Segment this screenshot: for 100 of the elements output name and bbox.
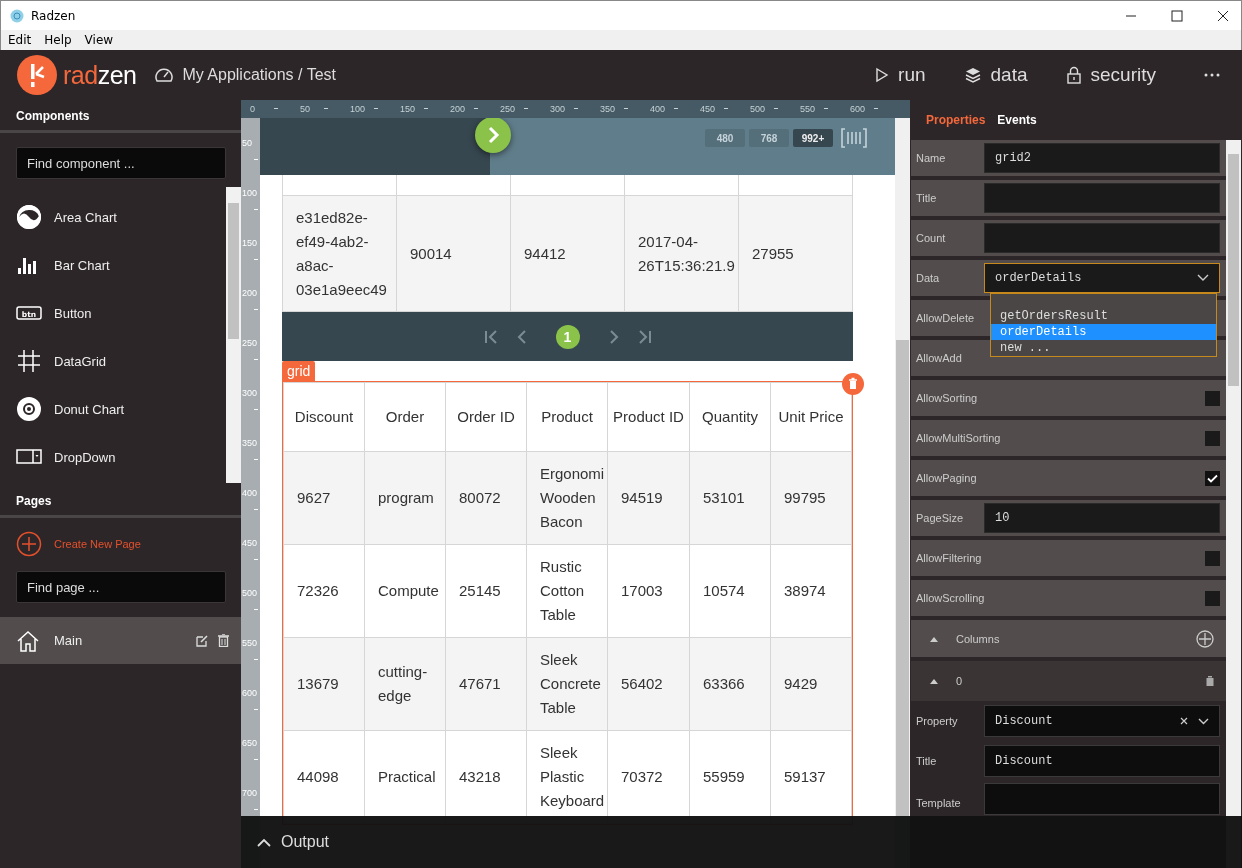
gauge-icon	[154, 66, 175, 84]
breadcrumb[interactable]: My Applications / Test	[182, 66, 336, 84]
table-cell: e31ed82e-ef49-4ab2-a8ac-03e1a9eec49	[282, 195, 397, 312]
column-header[interactable]: Order	[364, 382, 446, 452]
table-cell: Sleek Concrete Table	[526, 637, 608, 731]
input-field[interactable]	[984, 183, 1220, 213]
nav-button[interactable]: data	[963, 64, 1028, 86]
panel-tab[interactable]: Events	[997, 113, 1037, 127]
ruler-label: 150	[241, 237, 259, 250]
input-field[interactable]	[984, 783, 1220, 815]
input-field[interactable]: Discount	[984, 745, 1220, 777]
search-field[interactable]: Find page ...	[16, 571, 226, 603]
output-toggle[interactable]: Output	[241, 833, 330, 851]
property-label: AllowDelete	[915, 312, 976, 324]
lock-icon	[1065, 66, 1082, 84]
ruler-label: 500	[241, 587, 259, 600]
input-field[interactable]: 10	[984, 503, 1220, 533]
delete-icon[interactable]	[842, 373, 864, 395]
ruler-label: 600	[850, 104, 866, 114]
checkbox[interactable]	[1205, 590, 1220, 606]
table-cell: cutting-edge	[364, 637, 446, 731]
input-field[interactable]	[984, 223, 1220, 253]
dropdown[interactable]: orderDetails	[984, 263, 1220, 293]
trash-icon[interactable]	[1206, 676, 1214, 686]
dropdown-option[interactable]: getOrdersResult	[991, 308, 1216, 324]
table-cell: program	[364, 451, 446, 545]
chevron-down-icon[interactable]	[1198, 717, 1209, 725]
property-label: Property	[915, 715, 959, 727]
dropdown[interactable]: Discount	[984, 705, 1220, 737]
next-page-icon[interactable]	[608, 329, 619, 344]
page-item[interactable]: Main	[0, 617, 241, 664]
caret-icon[interactable]	[930, 678, 938, 684]
dropdown-option[interactable]: new ...	[991, 340, 1216, 356]
close-icon[interactable]	[1217, 9, 1229, 22]
add-icon	[16, 531, 42, 557]
page-name: Main	[54, 633, 84, 648]
section-label: Columns	[956, 632, 1001, 645]
component-item[interactable]: DropDown	[0, 433, 226, 481]
first-page-icon[interactable]	[483, 329, 500, 344]
component-tag: grid	[282, 361, 316, 381]
ruler-label: 550	[800, 104, 816, 114]
checkbox[interactable]	[1205, 550, 1220, 566]
column-header[interactable]: Unit Price	[770, 382, 852, 452]
column-header[interactable]: Order ID	[445, 382, 527, 452]
checkbox[interactable]	[1205, 470, 1220, 486]
input-field[interactable]: grid2	[984, 143, 1220, 173]
menu-item[interactable]: Edit	[8, 33, 32, 47]
add-icon[interactable]	[1196, 629, 1214, 648]
viewport-button[interactable]: 992+	[793, 129, 833, 147]
ruler-label: 600	[241, 687, 259, 700]
app-icon	[10, 8, 24, 23]
checkbox[interactable]	[1205, 430, 1220, 446]
menu-item[interactable]: Help	[44, 33, 72, 47]
section-title: Pages	[15, 493, 53, 510]
table-cell: 13679	[283, 637, 365, 731]
component-item[interactable]: Area Chart	[0, 193, 226, 241]
caret-icon[interactable]	[257, 837, 271, 847]
menu-item[interactable]: View	[84, 33, 114, 47]
viewport-button[interactable]: 768	[749, 129, 789, 147]
section-row[interactable]: 0	[911, 661, 1226, 701]
scrollbar[interactable]	[895, 118, 910, 816]
ruler-label: 100	[350, 104, 366, 114]
scrollbar[interactable]	[226, 187, 241, 483]
property-label: Title	[915, 755, 938, 767]
clear-icon[interactable]	[1180, 717, 1188, 725]
column-header[interactable]: Quantity	[689, 382, 771, 452]
ruler-label: 350	[600, 104, 616, 114]
ruler-label: 250	[500, 104, 516, 114]
column-header[interactable]: Product	[526, 382, 608, 452]
table-cell: 72326	[283, 544, 365, 638]
panel-tab[interactable]: Properties	[926, 113, 986, 127]
chevron-down-icon[interactable]	[1197, 274, 1209, 282]
component-item[interactable]: DataGrid	[0, 337, 226, 385]
more-icon[interactable]	[1204, 73, 1220, 77]
ruler-label: 250	[241, 337, 259, 350]
previous-page-icon[interactable]	[516, 329, 527, 344]
section-row[interactable]: Columns	[911, 620, 1226, 657]
ruler-label: 50	[241, 137, 253, 150]
ruler-label: 300	[550, 104, 566, 114]
checkbox[interactable]	[1205, 390, 1220, 406]
logo-text: radzen	[63, 60, 137, 90]
section-title: Components	[15, 108, 91, 125]
column-header[interactable]: Discount	[283, 382, 365, 452]
component-item[interactable]: Bar Chart	[0, 241, 226, 289]
chevron-button-icon[interactable]	[474, 118, 512, 154]
maximize-icon[interactable]	[1171, 9, 1183, 22]
search-field[interactable]: Find component ...	[16, 147, 226, 179]
nav-button[interactable]: security	[1065, 64, 1156, 86]
nav-button[interactable]: run	[875, 64, 926, 86]
create-page-button[interactable]: Create New Page	[0, 518, 241, 557]
ruler-label: 200	[450, 104, 466, 114]
table-cell: 63366	[689, 637, 771, 731]
column-header[interactable]: Product ID	[607, 382, 690, 452]
ruler-label: 450	[241, 537, 259, 550]
trash-icon[interactable]	[218, 634, 229, 647]
viewport-button[interactable]: 480	[705, 129, 745, 147]
component-item[interactable]: Donut Chart	[0, 385, 226, 433]
table-cell: 25145	[445, 544, 527, 638]
edit-icon[interactable]	[196, 634, 209, 647]
table-cell: 94519	[607, 451, 690, 545]
